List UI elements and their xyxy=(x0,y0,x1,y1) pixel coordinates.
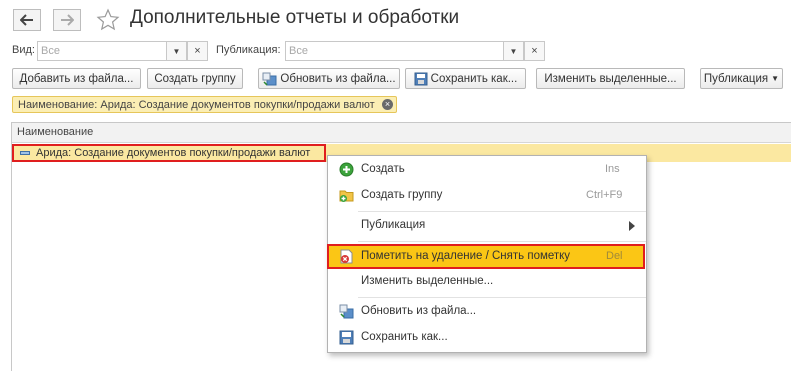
menu-item-mark-for-deletion[interactable]: Пометить на удаление / Снять пометку Del xyxy=(327,244,645,269)
edit-selected-button[interactable]: Изменить выделенные... xyxy=(536,68,685,89)
arrow-left-icon xyxy=(20,14,33,26)
save-icon xyxy=(414,72,428,85)
menu-item-shortcut: Ins xyxy=(605,163,620,175)
row-name: Арида: Создание документов покупки/прода… xyxy=(36,147,311,159)
save-as-button[interactable]: Сохранить как... xyxy=(405,68,526,89)
publication-clear-button[interactable]: × xyxy=(524,41,545,61)
menu-item-create-group[interactable]: Создать группу Ctrl+F9 xyxy=(328,184,646,208)
menu-separator xyxy=(358,241,646,242)
update-from-file-icon xyxy=(339,304,354,319)
publication-filter-field[interactable]: Все ▼ × xyxy=(285,41,545,61)
save-icon xyxy=(339,330,354,345)
update-from-file-label: Обновить из файла... xyxy=(280,72,396,85)
triangle-down-icon: ▼ xyxy=(509,46,518,56)
update-from-file-icon xyxy=(262,72,277,86)
menu-separator xyxy=(358,297,646,298)
triangle-down-icon: ▼ xyxy=(172,46,181,56)
arrow-right-icon xyxy=(61,14,74,26)
add-from-file-button[interactable]: Добавить из файла... xyxy=(12,68,141,89)
publication-menu-label: Публикация xyxy=(703,72,769,85)
close-icon: × xyxy=(194,45,201,57)
create-group-button[interactable]: Создать группу xyxy=(147,68,243,89)
delete-mark-icon xyxy=(340,249,353,264)
menu-item-edit-selected[interactable]: Изменить выделенные... xyxy=(328,270,646,294)
table-row[interactable]: Арида: Создание документов покупки/прода… xyxy=(12,144,326,162)
kind-dropdown-button[interactable]: ▼ xyxy=(166,41,187,61)
menu-item-label: Изменить выделенные... xyxy=(361,275,494,287)
menu-item-shortcut: Del xyxy=(606,250,623,262)
publication-filter-placeholder: Все xyxy=(289,45,308,57)
filter-tag-text: Наименование: Арида: Создание документов… xyxy=(18,98,375,111)
kind-filter-placeholder: Все xyxy=(41,45,60,57)
menu-item-label: Создать xyxy=(361,163,405,175)
menu-item-publication[interactable]: Публикация xyxy=(328,214,646,238)
kind-clear-button[interactable]: × xyxy=(187,41,208,61)
menu-item-label: Сохранить как... xyxy=(361,331,448,343)
favorite-star-icon[interactable] xyxy=(96,8,120,35)
menu-separator xyxy=(358,211,646,212)
filter-tag: Наименование: Арида: Создание документов… xyxy=(12,96,397,113)
context-menu: Создать Ins Создать группу Ctrl+F9 Публи… xyxy=(327,155,647,353)
submenu-arrow-icon xyxy=(629,221,635,231)
save-as-label: Сохранить как... xyxy=(430,72,518,85)
column-header-name[interactable]: Наименование xyxy=(12,123,791,143)
publication-dropdown-button[interactable]: ▼ xyxy=(503,41,524,61)
page-title: Дополнительные отчеты и обработки xyxy=(130,7,460,28)
back-button[interactable] xyxy=(13,9,41,31)
menu-item-create[interactable]: Создать Ins xyxy=(328,158,646,182)
menu-item-shortcut: Ctrl+F9 xyxy=(586,189,623,201)
publication-menu-button[interactable]: Публикация ▼ xyxy=(700,68,783,89)
add-from-file-label: Добавить из файла... xyxy=(19,72,134,85)
menu-item-update-from-file[interactable]: Обновить из файла... xyxy=(328,300,646,324)
kind-filter-field[interactable]: Все ▼ × xyxy=(37,41,208,61)
report-item-icon xyxy=(20,151,30,155)
menu-item-save-as[interactable]: Сохранить как... xyxy=(328,326,646,350)
create-group-label: Создать группу xyxy=(154,72,236,85)
triangle-down-icon: ▼ xyxy=(771,74,780,83)
menu-item-label: Обновить из файла... xyxy=(361,305,477,317)
kind-filter-label: Вид: xyxy=(12,44,35,56)
menu-item-label: Пометить на удаление / Снять пометку xyxy=(361,250,571,262)
menu-item-label: Создать группу xyxy=(361,189,443,201)
add-icon xyxy=(339,162,354,177)
forward-button[interactable] xyxy=(53,9,81,31)
publication-filter-label: Публикация: xyxy=(216,44,281,56)
remove-filter-icon[interactable]: × xyxy=(382,99,393,110)
update-from-file-button[interactable]: Обновить из файла... xyxy=(258,68,400,89)
add-folder-icon xyxy=(339,190,354,202)
close-icon: × xyxy=(531,45,538,57)
menu-item-label: Публикация xyxy=(361,219,426,231)
edit-selected-label: Изменить выделенные... xyxy=(544,72,677,85)
